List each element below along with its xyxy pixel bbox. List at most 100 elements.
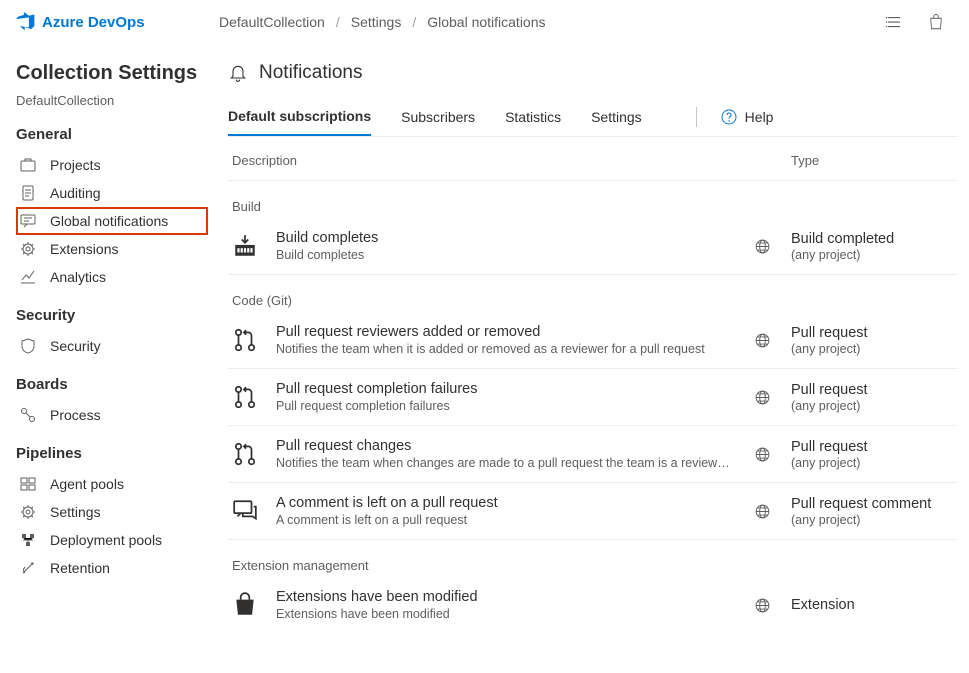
- chat-icon: [20, 213, 36, 229]
- nav-auditing[interactable]: Auditing: [16, 179, 208, 207]
- subscription-list: BuildBuild completesBuild completesBuild…: [228, 181, 957, 633]
- chart-icon: [20, 269, 36, 285]
- nav-label: Auditing: [50, 185, 101, 201]
- briefcase-icon: [20, 157, 36, 173]
- globe-icon: [733, 597, 791, 614]
- product-logo[interactable]: Azure DevOps: [16, 12, 216, 32]
- subscription-row[interactable]: Pull request reviewers added or removed N…: [228, 312, 957, 369]
- sidebar: Collection Settings DefaultCollection Ge…: [0, 44, 216, 673]
- globe-icon: [733, 503, 791, 520]
- pr-icon: [232, 384, 276, 410]
- help-link[interactable]: Help: [696, 107, 774, 127]
- subscription-type: Pull request: [791, 382, 953, 398]
- subscription-title: Pull request reviewers added or removed: [276, 324, 733, 340]
- gear-icon: [20, 504, 36, 520]
- section-pipelines: Pipelines: [16, 445, 208, 462]
- list-icon[interactable]: [885, 13, 903, 31]
- tab-default-subscriptions[interactable]: Default subscriptions: [228, 98, 371, 136]
- subscription-row[interactable]: Pull request completion failuresPull req…: [228, 369, 957, 426]
- subscription-scope: (any project): [791, 399, 953, 413]
- nav-agent-pools[interactable]: Agent pools: [16, 470, 208, 498]
- subscription-title: Extensions have been modified: [276, 589, 733, 605]
- subscription-description: Notifies the team when changes are made …: [276, 456, 733, 470]
- bell-icon: [228, 63, 248, 83]
- tab-statistics[interactable]: Statistics: [505, 99, 561, 135]
- nav-label: Settings: [50, 504, 101, 520]
- subscription-title: A comment is left on a pull request: [276, 495, 733, 511]
- document-icon: [20, 185, 36, 201]
- col-type: Type: [791, 153, 953, 168]
- nav-label: Analytics: [50, 269, 106, 285]
- subscription-scope: (any project): [791, 248, 953, 262]
- tabs: Default subscriptions Subscribers Statis…: [228, 98, 957, 137]
- sidebar-subtitle: DefaultCollection: [16, 93, 208, 108]
- subscription-title: Pull request changes: [276, 438, 733, 454]
- group-label: Build: [228, 181, 957, 218]
- subscription-title: Build completes: [276, 230, 733, 246]
- help-label: Help: [745, 109, 774, 125]
- crumb-settings[interactable]: Settings: [351, 14, 402, 30]
- deploy-icon: [20, 532, 36, 548]
- nav-label: Deployment pools: [50, 532, 162, 548]
- azure-devops-icon: [16, 12, 36, 32]
- subscription-row[interactable]: Build completesBuild completesBuild comp…: [228, 218, 957, 275]
- subscription-description: Extensions have been modified: [276, 607, 733, 621]
- nav-analytics[interactable]: Analytics: [16, 263, 208, 291]
- crumb-page[interactable]: Global notifications: [427, 14, 545, 30]
- subscription-row[interactable]: A comment is left on a pull request A com…: [228, 483, 957, 540]
- help-icon: [721, 109, 737, 125]
- gear-icon: [20, 241, 36, 257]
- crumb-collection[interactable]: DefaultCollection: [219, 14, 325, 30]
- nav-label: Process: [50, 407, 101, 423]
- subscription-description: A comment is left on a pull request: [276, 513, 733, 527]
- comment-icon: [232, 498, 276, 524]
- nav-retention[interactable]: Retention: [16, 554, 208, 582]
- subscription-type: Pull request comment: [791, 496, 953, 512]
- subscription-row[interactable]: Pull request changes Notifies the team wh…: [228, 426, 957, 483]
- nav-global-notifications[interactable]: Global notifications: [16, 207, 208, 235]
- globe-icon: [733, 389, 791, 406]
- subscription-scope: (any project): [791, 456, 953, 470]
- subscription-description: Notifies the team when it is added or re…: [276, 342, 733, 356]
- bag-icon: [232, 592, 276, 618]
- nav-settings[interactable]: Settings: [16, 498, 208, 526]
- globe-icon: [733, 446, 791, 463]
- subscription-row[interactable]: Extensions have been modified Extensions …: [228, 577, 957, 633]
- col-description: Description: [232, 153, 733, 168]
- top-actions: [885, 13, 945, 31]
- subscription-type: Extension: [791, 597, 953, 613]
- section-security: Security: [16, 307, 208, 324]
- pool-icon: [20, 476, 36, 492]
- breadcrumb: DefaultCollection / Settings / Global no…: [216, 14, 885, 30]
- shopping-bag-icon[interactable]: [927, 13, 945, 31]
- subscription-scope: (any project): [791, 342, 953, 356]
- shield-icon: [20, 338, 36, 354]
- globe-icon: [733, 332, 791, 349]
- nav-label: Security: [50, 338, 101, 354]
- pr-icon: [232, 441, 276, 467]
- nav-label: Projects: [50, 157, 101, 173]
- nav-label: Retention: [50, 560, 110, 576]
- nav-extensions[interactable]: Extensions: [16, 235, 208, 263]
- nav-deployment-pools[interactable]: Deployment pools: [16, 526, 208, 554]
- nav-label: Extensions: [50, 241, 118, 257]
- page-title-row: Notifications: [228, 62, 957, 84]
- nav-label: Global notifications: [50, 213, 168, 229]
- topbar: Azure DevOps DefaultCollection / Setting…: [0, 0, 969, 44]
- nav-security[interactable]: Security: [16, 332, 208, 360]
- nav-projects[interactable]: Projects: [16, 151, 208, 179]
- retention-icon: [20, 560, 36, 576]
- nav-process[interactable]: Process: [16, 401, 208, 429]
- subscription-type: Pull request: [791, 439, 953, 455]
- column-headers: Description Type: [228, 143, 957, 181]
- tab-subscribers[interactable]: Subscribers: [401, 99, 475, 135]
- product-name: Azure DevOps: [42, 14, 145, 31]
- page-title: Notifications: [259, 62, 363, 84]
- section-boards: Boards: [16, 376, 208, 393]
- nav-label: Agent pools: [50, 476, 124, 492]
- pr-icon: [232, 327, 276, 353]
- subscription-scope: (any project): [791, 513, 953, 527]
- subscription-type: Build completed: [791, 231, 953, 247]
- main-content: Notifications Default subscriptions Subs…: [216, 44, 969, 673]
- tab-settings[interactable]: Settings: [591, 99, 642, 135]
